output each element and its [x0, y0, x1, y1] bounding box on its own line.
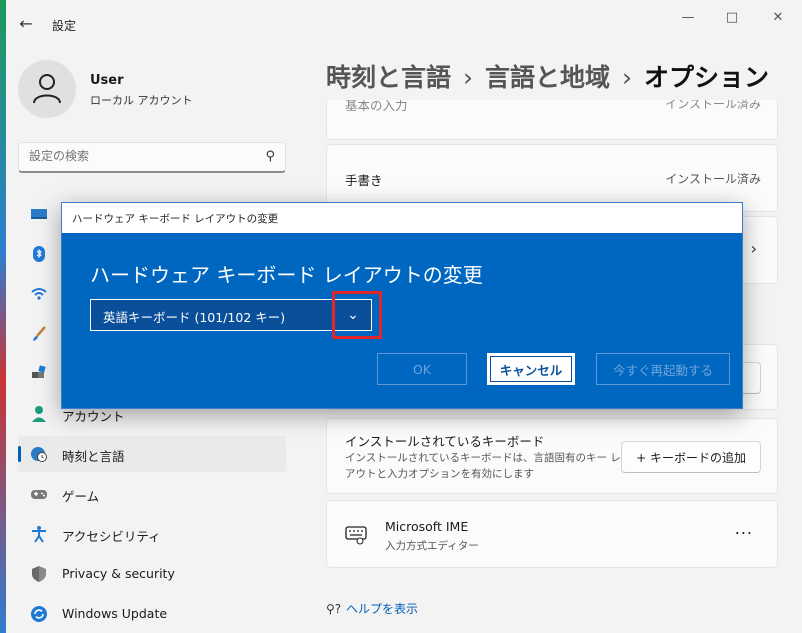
- account-type: ローカル アカウント: [90, 94, 193, 107]
- close-icon[interactable]: ✕: [758, 8, 798, 28]
- card-title: 手書き: [345, 173, 383, 188]
- sidebar-item-label: ゲーム: [62, 489, 100, 504]
- dialog-title-bar: ハードウェア キーボード レイアウトの変更: [62, 203, 742, 233]
- breadcrumb-separator-icon: ›: [463, 63, 474, 92]
- highlight-annotation: [332, 291, 382, 339]
- card-status: インストール済み: [665, 100, 761, 111]
- ime-card: Microsoft IME 入力方式エディター ...: [326, 500, 778, 568]
- sidebar-item-label: 時刻と言語: [62, 449, 125, 464]
- card-status: インストール済み: [665, 172, 761, 186]
- gamepad-icon: [31, 490, 47, 499]
- app-title: 設定: [52, 19, 77, 33]
- page-title: オプション: [644, 63, 770, 92]
- selected-indicator: [18, 446, 21, 462]
- help-icon: ⚲?: [326, 602, 342, 616]
- sidebar-item-privacy[interactable]: Privacy & security: [18, 556, 286, 592]
- keyboard-layout-select[interactable]: 英語キーボード (101/102 キー) ⌄: [90, 299, 372, 331]
- sidebar-item-windows-update[interactable]: Windows Update: [18, 596, 286, 632]
- add-keyboard-button[interactable]: + キーボードの追加: [621, 441, 761, 473]
- person-icon: [32, 406, 46, 422]
- help-link[interactable]: ⚲? ヘルプを表示: [326, 600, 418, 617]
- sidebar-item-label: アクセシビリティ: [62, 529, 161, 544]
- breadcrumb-language-region[interactable]: 言語と地域: [485, 63, 610, 92]
- change-keyboard-layout-dialog: ハードウェア キーボード レイアウトの変更 ハードウェア キーボード レイアウト…: [61, 202, 743, 409]
- brush-icon: [33, 326, 46, 341]
- title-bar: ← 設定 — □ ✕: [0, 0, 802, 48]
- globe-clock-icon: [31, 447, 47, 462]
- accessibility-icon: [32, 526, 46, 543]
- breadcrumb-time-language[interactable]: 時刻と言語: [326, 63, 451, 92]
- card-subtitle: 入力方式エディター: [385, 540, 479, 552]
- search-input[interactable]: [29, 149, 249, 163]
- breadcrumb-separator-icon: ›: [622, 63, 633, 92]
- keyboard-icon: [345, 526, 367, 545]
- sidebar-item-accessibility[interactable]: アクセシビリティ: [18, 516, 286, 552]
- cancel-button[interactable]: キャンセル: [487, 353, 575, 385]
- dialog-window-title: ハードウェア キーボード レイアウトの変更: [72, 213, 279, 225]
- user-name: User: [90, 73, 124, 88]
- bluetooth-icon: [33, 246, 45, 262]
- minimize-icon[interactable]: —: [668, 8, 708, 28]
- sidebar-item-label: Windows Update: [62, 606, 168, 621]
- maximize-icon[interactable]: □: [712, 8, 752, 28]
- sidebar-item-label: Privacy & security: [62, 566, 175, 581]
- avatar: [18, 60, 76, 118]
- user-icon: [33, 74, 61, 104]
- shield-icon: [32, 566, 46, 582]
- wifi-icon: [31, 288, 47, 300]
- desktop-edge: [0, 0, 6, 633]
- selected-layout: 英語キーボード (101/102 キー): [103, 310, 286, 325]
- basic-typing-card: 基本の入力 インストール済み: [326, 100, 778, 140]
- installed-keyboards-card: インストールされているキーボード インストールされているキーボードは、言語固有の…: [326, 418, 778, 494]
- card-description: インストールされているキーボードは、言語固有のキー レイアウトと入力オプションを…: [345, 452, 632, 480]
- chevron-right-icon: ›: [750, 239, 757, 258]
- update-icon: [31, 606, 47, 622]
- card-title: インストールされているキーボード: [345, 434, 545, 449]
- breadcrumb: 時刻と言語 › 言語と地域 › オプション: [326, 58, 769, 94]
- apps-icon: [32, 365, 46, 378]
- card-title: 基本の入力: [345, 100, 408, 113]
- sidebar-item-gaming[interactable]: ゲーム: [18, 476, 286, 512]
- search-icon[interactable]: ⚲: [265, 149, 275, 164]
- more-options-icon[interactable]: ...: [735, 519, 753, 538]
- ok-button[interactable]: OK: [377, 353, 467, 385]
- dialog-heading: ハードウェア キーボード レイアウトの変更: [90, 263, 483, 287]
- search-box[interactable]: ⚲: [18, 142, 286, 173]
- card-title: Microsoft IME: [385, 519, 469, 534]
- help-label: ヘルプを表示: [346, 602, 419, 616]
- sidebar-item-time-language[interactable]: 時刻と言語: [18, 436, 286, 472]
- restart-now-button[interactable]: 今すぐ再起動する: [596, 353, 730, 385]
- monitor-icon: [31, 209, 47, 219]
- back-arrow-icon[interactable]: ←: [14, 12, 38, 36]
